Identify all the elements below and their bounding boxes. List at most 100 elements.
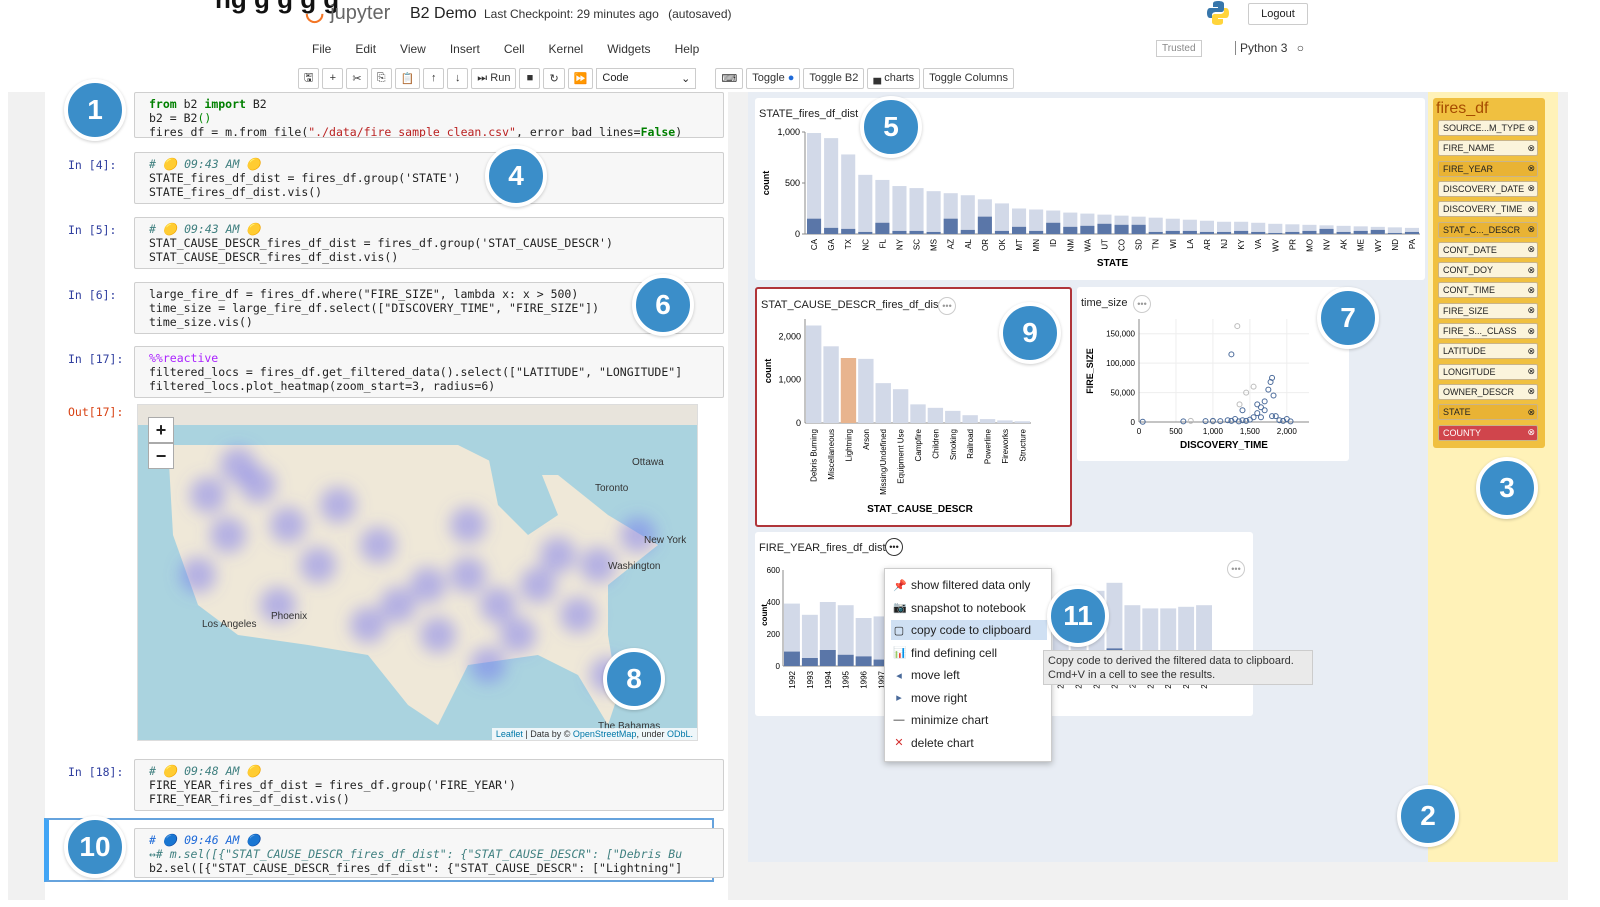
remove-column-icon[interactable]: ⊗ — [1527, 427, 1535, 438]
leaflet-link[interactable]: Leaflet — [496, 729, 523, 739]
minus-icon: — — [893, 714, 905, 726]
remove-column-icon[interactable]: ⊗ — [1527, 163, 1535, 174]
charts-button[interactable]: ▄ charts — [867, 67, 921, 89]
paste-icon[interactable]: 📋 — [394, 67, 421, 89]
column-chip[interactable]: CONT_TIME ⊗ — [1438, 282, 1538, 299]
heat-blob — [190, 477, 226, 513]
column-chip[interactable]: FIRE_SIZE ⊗ — [1438, 302, 1538, 319]
column-chip[interactable]: DISCOVERY_DATE ⊗ — [1438, 180, 1538, 197]
column-chip[interactable]: FIRE_NAME ⊗ — [1438, 140, 1538, 157]
remove-column-icon[interactable]: ⊗ — [1527, 143, 1535, 154]
context-menu-item[interactable]: ▢ copy code to clipboard — [891, 620, 1047, 640]
code-cell-state-group[interactable]: # 🟡 09:43 AM 🟡 STATE_fires_df_dist = fir… — [134, 152, 724, 204]
bar-filtered — [1080, 225, 1095, 234]
x-tick-label: OR — [981, 239, 990, 251]
code-cell-reactive-heatmap[interactable]: %%reactive filtered_locs = fires_df.get_… — [134, 346, 724, 398]
bar-filtered — [1387, 232, 1402, 234]
context-menu-item[interactable]: 📷 snapshot to notebook — [891, 598, 1047, 618]
cell-type-select[interactable]: Code ⌄ — [596, 67, 697, 89]
zoom-in-button[interactable]: + — [148, 417, 174, 443]
context-menu-item[interactable]: ▸ move right — [891, 688, 1047, 708]
move-down-icon[interactable]: ↓ — [447, 67, 469, 89]
context-menu-item[interactable]: — minimize chart — [891, 710, 1047, 730]
remove-column-icon[interactable]: ⊗ — [1527, 346, 1535, 357]
column-chip[interactable]: CONT_DOY ⊗ — [1438, 262, 1538, 279]
column-chip[interactable]: OWNER_DESCR ⊗ — [1438, 383, 1538, 400]
remove-column-icon[interactable]: ⊗ — [1527, 224, 1535, 235]
column-chip[interactable]: SOURCE...M_TYPE ⊗ — [1438, 120, 1538, 136]
osm-link[interactable]: OpenStreetMap — [573, 729, 637, 739]
restart-icon[interactable]: ↻ — [543, 67, 565, 89]
move-up-icon[interactable]: ↑ — [423, 67, 445, 89]
run-button[interactable]: ⏭ Run — [471, 67, 517, 89]
context-menu-item[interactable]: ✕ delete chart — [891, 733, 1047, 753]
stop-icon[interactable]: ■ — [519, 67, 541, 89]
column-chip[interactable]: FIRE_S..._CLASS ⊗ — [1438, 323, 1538, 339]
context-menu-item[interactable]: 📌 show filtered data only — [891, 575, 1047, 595]
save-icon[interactable]: 🖫 — [298, 67, 320, 89]
column-chip[interactable]: COUNTY ⊗ — [1438, 424, 1538, 441]
code-cell-selection[interactable]: # 🔵 09:46 AM 🔵 ↔# m.sel([{"STAT_CAUSE_DE… — [134, 828, 724, 878]
x-tick-label: 1992 — [788, 670, 797, 688]
remove-column-icon[interactable]: ⊗ — [1527, 183, 1535, 194]
remove-column-icon[interactable]: ⊗ — [1527, 407, 1535, 418]
toggle-button[interactable]: Toggle ● — [746, 67, 801, 89]
code-line: FIRE_YEAR_fires_df_dist = fires_df.group… — [149, 778, 516, 792]
annotation-badge-1: 1 — [64, 79, 126, 141]
menu-edit[interactable]: Edit — [343, 42, 388, 56]
notebook-name[interactable]: B2 Demo — [410, 5, 477, 23]
remove-column-icon[interactable]: ⊗ — [1527, 265, 1535, 276]
annotation-badge-11: 11 — [1047, 585, 1109, 647]
trusted-indicator[interactable]: Trusted — [1156, 40, 1202, 57]
column-chip-label: DISCOVERY_TIME — [1443, 204, 1523, 215]
odbl-link[interactable]: ODbL. — [667, 729, 693, 739]
scatter-point — [1269, 413, 1276, 420]
remove-column-icon[interactable]: ⊗ — [1527, 386, 1535, 397]
time-size-scatter-chart[interactable]: 0 50,000 100,000 150,000 0 500 1,000 1,500 2,000… — [1077, 287, 1349, 461]
menu-cell[interactable]: Cell — [492, 42, 537, 56]
remove-column-icon[interactable]: ⊗ — [1527, 123, 1535, 134]
column-chip[interactable]: DISCOVERY_TIME ⊗ — [1438, 201, 1538, 218]
copy-icon[interactable]: ⎘ — [370, 67, 392, 89]
menu-insert[interactable]: Insert — [438, 42, 492, 56]
code-cell-year-group[interactable]: # 🟡 09:48 AM 🟡 FIRE_YEAR_fires_df_dist =… — [134, 759, 724, 811]
state-bar-chart[interactable]: 0 500 1,000 count CA GA TX NC FL NY SC MS AZ AL OR OK MT… — [755, 98, 1425, 280]
menu-widgets[interactable]: Widgets — [595, 42, 662, 56]
x-tick-label: CA — [810, 238, 819, 250]
menu-help[interactable]: Help — [663, 42, 712, 56]
code-cell-import[interactable]: from b2 import B2 b2 = B2() fires_df = m… — [134, 92, 724, 138]
toggle-columns-button[interactable]: Toggle Columns — [923, 67, 1015, 89]
remove-column-icon[interactable]: ⊗ — [1527, 326, 1535, 337]
menu-file[interactable]: File — [300, 42, 343, 56]
remove-column-icon[interactable]: ⊗ — [1527, 305, 1535, 316]
cut-icon[interactable]: ✂ — [346, 67, 368, 89]
column-chip[interactable]: STAT_C..._DESCR ⊗ — [1438, 221, 1538, 238]
code-line: from b2 import B2 — [149, 97, 267, 111]
code-cell-cause-group[interactable]: # 🟡 09:43 AM 🟡 STAT_CAUSE_DESCR_fires_df… — [134, 217, 724, 269]
remove-column-icon[interactable]: ⊗ — [1527, 285, 1535, 296]
bar-filtered — [807, 218, 822, 234]
jupyter-logo[interactable]: ◡ jupyter — [305, 0, 390, 26]
code-line: %%reactive — [149, 351, 219, 365]
column-chip[interactable]: CONT_DATE ⊗ — [1438, 241, 1538, 258]
menu-view[interactable]: View — [388, 42, 438, 56]
remove-column-icon[interactable]: ⊗ — [1527, 244, 1535, 255]
context-menu-item[interactable]: ◂ move left — [891, 665, 1047, 685]
add-cell-icon[interactable]: + — [322, 67, 344, 89]
zoom-out-button[interactable]: − — [148, 443, 174, 469]
keyboard-icon[interactable]: ⌨ — [715, 67, 744, 89]
fast-forward-icon[interactable]: ⏩ — [567, 67, 594, 89]
logout-button[interactable]: Logout — [1248, 3, 1308, 25]
y-tick-label: 500 — [785, 178, 800, 188]
column-chip[interactable]: FIRE_YEAR ⊗ — [1438, 160, 1538, 177]
bar — [979, 419, 996, 423]
column-chip[interactable]: LATITUDE ⊗ — [1438, 343, 1538, 360]
column-chip[interactable]: STATE ⊗ — [1438, 404, 1538, 421]
toggle-b2-button[interactable]: Toggle B2 — [803, 67, 865, 89]
context-menu-item[interactable]: 📊 find defining cell — [891, 643, 1047, 663]
cell-prompt: In [18]: — [68, 765, 124, 779]
menu-kernel[interactable]: Kernel — [537, 42, 596, 56]
column-chip[interactable]: LONGITUDE ⊗ — [1438, 363, 1538, 380]
remove-column-icon[interactable]: ⊗ — [1527, 366, 1535, 377]
remove-column-icon[interactable]: ⊗ — [1527, 204, 1535, 215]
